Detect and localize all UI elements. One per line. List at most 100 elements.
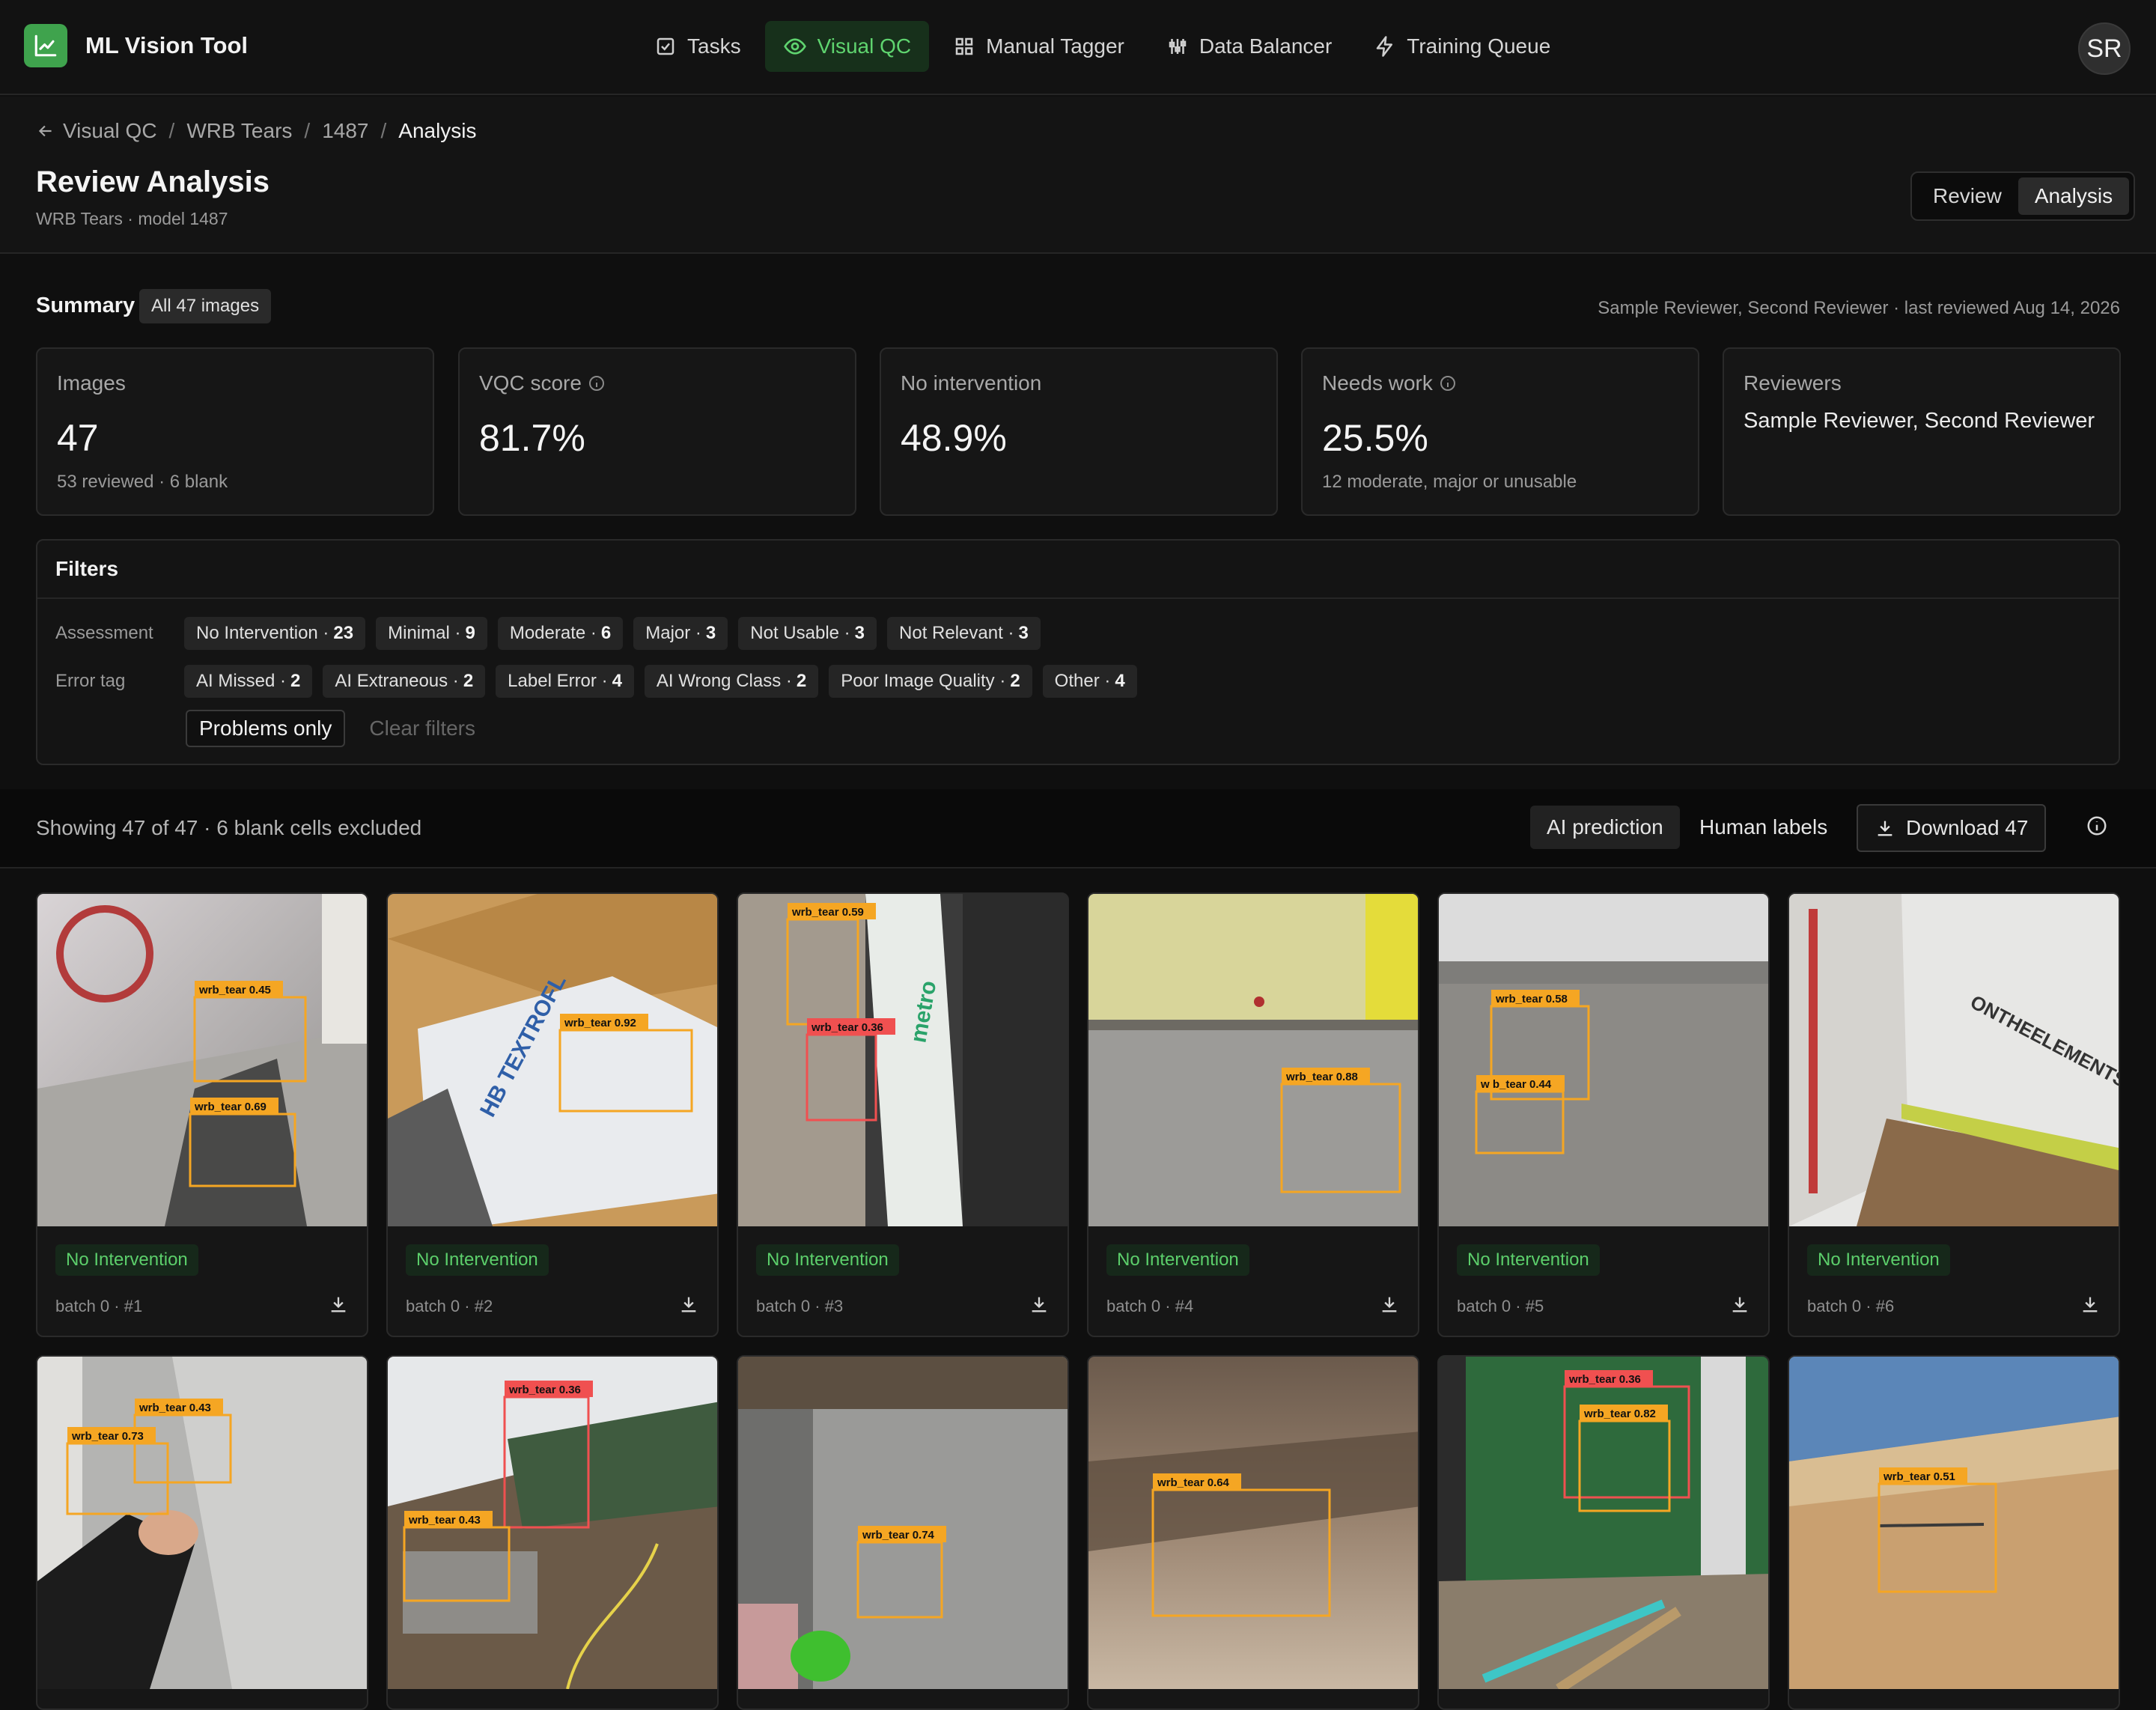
info-icon[interactable] [1439, 374, 1457, 392]
error-tag-filter-row: Error tag AI Missed · 2 AI Extraneous · 2 … [55, 665, 1148, 698]
image-thumbnail[interactable]: wrb_tear 0.88 [1088, 894, 1418, 1226]
stat-label-row: Needs work [1322, 371, 1457, 395]
download-icon[interactable] [1379, 1294, 1400, 1315]
image-thumbnail[interactable]: wrb_tear 0.51 [1789, 1357, 2119, 1689]
filter-chip-ai-missed[interactable]: AI Missed · 2 [184, 665, 313, 698]
breadcrumb-link-model[interactable]: 1487 [322, 119, 368, 143]
nav-tab-training-queue[interactable]: Training Queue [1356, 21, 1568, 72]
image-thumbnail[interactable]: HB TEXTROFL wrb_tear 0.92 [388, 894, 717, 1226]
image-card[interactable]: wrb_tear 0.43 wrb_tear 0.73 [36, 1355, 368, 1710]
image-card[interactable]: wrb_tear 0.36 wrb_tear 0.43 [386, 1355, 719, 1710]
image-meta: batch 0 · #3 [756, 1297, 844, 1315]
filter-chip-ai-wrong-class[interactable]: AI Wrong Class · 2 [644, 665, 819, 698]
ai-prediction-toggle[interactable]: AI prediction [1530, 806, 1680, 849]
info-icon[interactable] [588, 374, 606, 392]
breadcrumb-link-wrb-tears[interactable]: WRB Tears [186, 119, 292, 143]
image-card[interactable]: wrb_tear 0.45 wrb_tear 0.69 No Intervent… [36, 892, 368, 1337]
stat-value: 48.9% [901, 417, 1007, 459]
chip-count: 2 [463, 671, 474, 691]
download-icon[interactable] [328, 1294, 349, 1315]
download-icon[interactable] [1029, 1294, 1050, 1315]
detection-label: wrb_tear 0.59 [791, 906, 864, 919]
chip-count: 23 [333, 623, 354, 643]
filter-chip-minimal[interactable]: Minimal · 9 [376, 617, 487, 650]
breadcrumb-link-visual-qc[interactable]: Visual QC [63, 119, 157, 143]
chip-label: Label Error · [508, 671, 608, 691]
filter-chip-label-error[interactable]: Label Error · 4 [496, 665, 634, 698]
chip-label: AI Missed · [196, 671, 287, 691]
error-tag-label: Error tag [55, 671, 126, 691]
review-toggle-button[interactable]: Review [1916, 177, 2018, 215]
detection-label: wrb_tear 0.82 [1583, 1408, 1656, 1420]
arrow-left-icon[interactable] [36, 121, 55, 141]
summary-scope-badge: All 47 images [139, 289, 272, 323]
image-meta: batch 0 · #2 [406, 1297, 493, 1315]
assessment-label: Assessment [55, 623, 153, 643]
analysis-toggle-button[interactable]: Analysis [2018, 177, 2130, 215]
image-card[interactable]: wrb_tear 0.51 [1788, 1355, 2120, 1710]
info-icon[interactable] [2086, 815, 2108, 837]
human-labels-toggle[interactable]: Human labels [1683, 806, 1844, 849]
filter-chip-not-relevant[interactable]: Not Relevant · 3 [887, 617, 1041, 650]
stat-value: 25.5% [1322, 417, 1428, 459]
chip-count: 2 [1010, 671, 1020, 691]
stat-label: Reviewers [1744, 371, 1842, 395]
divider [37, 597, 2119, 599]
stat-label: VQC score [479, 371, 582, 395]
filter-chip-moderate[interactable]: Moderate · 6 [497, 617, 624, 650]
image-thumbnail[interactable]: wrb_tear 0.74 [738, 1357, 1068, 1689]
clear-filters-link[interactable]: Clear filters [369, 716, 475, 740]
detection-label: wrb_tear 0.36 [508, 1384, 581, 1396]
stat-subtext: 12 moderate, major or unusable [1322, 472, 1577, 492]
filter-chip-not-usable[interactable]: Not Usable · 3 [738, 617, 877, 650]
nav-tab-label: Tasks [687, 34, 741, 58]
image-thumbnail[interactable]: wrb_tear 0.45 wrb_tear 0.69 [37, 894, 367, 1226]
detection-label: wrb_tear 0.58 [1495, 993, 1568, 1005]
image-card[interactable]: wrb_tear 0.58 w b_tear 0.44 No Intervent… [1437, 892, 1770, 1337]
nav-tab-visual-qc[interactable]: Visual QC [764, 21, 930, 72]
image-thumbnail[interactable]: wrb_tear 0.64 [1088, 1357, 1418, 1689]
filter-chip-no-intervention[interactable]: No Intervention · 23 [184, 617, 366, 650]
chip-count: 4 [1115, 671, 1125, 691]
filters-title: Filters [55, 557, 119, 580]
detection-label: wrb_tear 0.36 [811, 1021, 883, 1034]
download-icon[interactable] [1729, 1294, 1750, 1315]
image-thumbnail[interactable]: wrb_tear 0.36 wrb_tear 0.43 [388, 1357, 717, 1689]
image-card[interactable]: metro wrb_tear 0.59 wrb_tear 0.36 No Int… [737, 892, 1069, 1337]
nav-tab-data-balancer[interactable]: Data Balancer [1148, 21, 1350, 72]
download-button[interactable]: Download 47 [1857, 804, 2047, 852]
image-thumbnail[interactable]: wrb_tear 0.58 w b_tear 0.44 [1439, 894, 1768, 1226]
image-card[interactable]: wrb_tear 0.74 [737, 1355, 1069, 1710]
problems-only-toggle[interactable]: Problems only [186, 710, 346, 747]
nav-tab-manual-tagger[interactable]: Manual Tagger [935, 21, 1142, 72]
image-card[interactable]: ONTHEELEMENTS. No Intervention batch 0 ·… [1788, 892, 2120, 1337]
image-thumbnail[interactable]: ONTHEELEMENTS. [1789, 894, 2119, 1226]
image-card[interactable]: wrb_tear 0.36 wrb_tear 0.82 [1437, 1355, 1770, 1710]
summary-header: Summary All 47 images Sample Reviewer, S… [36, 289, 2120, 326]
image-card[interactable]: wrb_tear 0.88 No Intervention batch 0 · … [1087, 892, 1419, 1337]
chip-label: Not Relevant · [899, 623, 1014, 643]
filter-chip-major[interactable]: Major · 3 [633, 617, 728, 650]
avatar[interactable]: SR [2078, 22, 2131, 75]
status-badge: No Intervention [1457, 1244, 1600, 1276]
checkbox-icon [657, 37, 674, 55]
chip-label: Major · [645, 623, 701, 643]
filter-chip-other[interactable]: Other · 4 [1042, 665, 1137, 698]
image-thumbnail[interactable]: metro wrb_tear 0.59 wrb_tear 0.36 [738, 894, 1068, 1226]
chip-count: 9 [465, 623, 475, 643]
brand[interactable]: ML Vision Tool [24, 24, 248, 67]
detection-label: wrb_tear 0.51 [1883, 1470, 1955, 1483]
breadcrumb: Visual QC / WRB Tears / 1487 / Analysis [36, 119, 477, 143]
image-thumbnail[interactable]: wrb_tear 0.36 wrb_tear 0.82 [1439, 1357, 1768, 1689]
chip-label: Minimal · [388, 623, 461, 643]
nav-tab-tasks[interactable]: Tasks [636, 21, 759, 72]
filter-chip-ai-extraneous[interactable]: AI Extraneous · 2 [323, 665, 486, 698]
image-thumbnail[interactable]: wrb_tear 0.43 wrb_tear 0.73 [37, 1357, 367, 1689]
detection-label: wrb_tear 0.88 [1285, 1071, 1358, 1083]
filter-chip-poor-image-quality[interactable]: Poor Image Quality · 2 [829, 665, 1032, 698]
image-card[interactable]: HB TEXTROFL wrb_tear 0.92 No Interventio… [386, 892, 719, 1337]
stat-subtext: 53 reviewed · 6 blank [57, 472, 228, 492]
download-icon[interactable] [2080, 1294, 2101, 1315]
download-icon[interactable] [678, 1294, 699, 1315]
image-card[interactable]: wrb_tear 0.64 [1087, 1355, 1419, 1710]
